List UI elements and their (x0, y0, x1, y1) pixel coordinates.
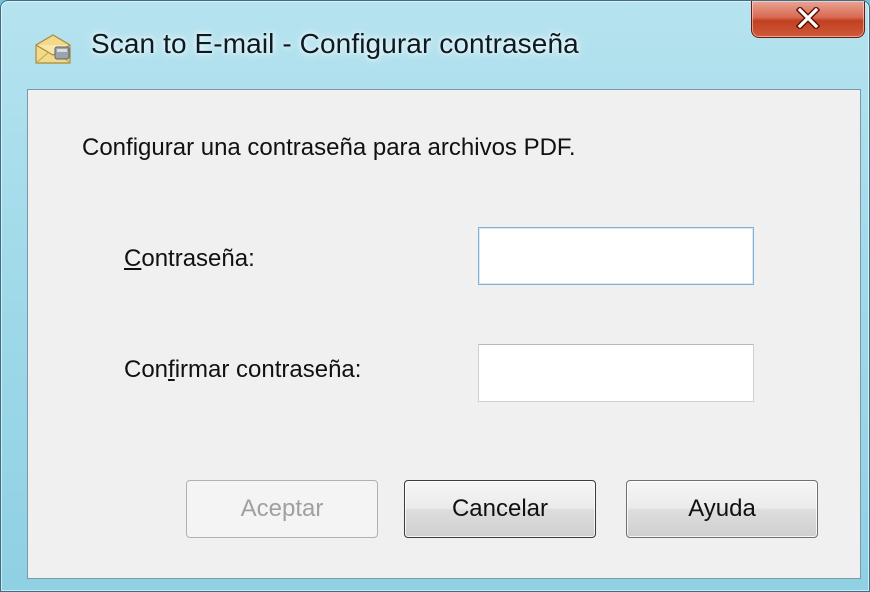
password-label: Contraseña: (124, 245, 255, 273)
envelope-scan-icon (33, 31, 73, 67)
confirm-label-start: Con (124, 356, 169, 383)
help-button[interactable]: Ayuda (626, 480, 818, 538)
close-button[interactable] (751, 1, 865, 38)
confirm-label-rest: irmar contraseña: (174, 356, 362, 383)
confirm-password-input[interactable] (478, 344, 754, 402)
instruction-text: Configurar una contraseña para archivos … (82, 134, 576, 161)
password-label-accelerator: C (124, 245, 142, 272)
cancel-button[interactable]: Cancelar (404, 480, 596, 538)
dialog-content: Configurar una contraseña para archivos … (27, 89, 861, 579)
window-title: Scan to E-mail - Configurar contraseña (91, 28, 579, 59)
accept-button[interactable]: Aceptar (186, 480, 378, 538)
confirm-label-accelerator: f (168, 356, 175, 383)
password-label-rest: ontraseña: (141, 245, 255, 272)
close-icon (795, 7, 821, 29)
password-input[interactable] (478, 227, 754, 285)
confirm-password-label: Confirmar contraseña: (124, 356, 361, 384)
title-bar[interactable]: Scan to E-mail - Configurar contraseña (1, 1, 869, 89)
dialog-window: Scan to E-mail - Configurar contraseña C… (0, 0, 870, 592)
